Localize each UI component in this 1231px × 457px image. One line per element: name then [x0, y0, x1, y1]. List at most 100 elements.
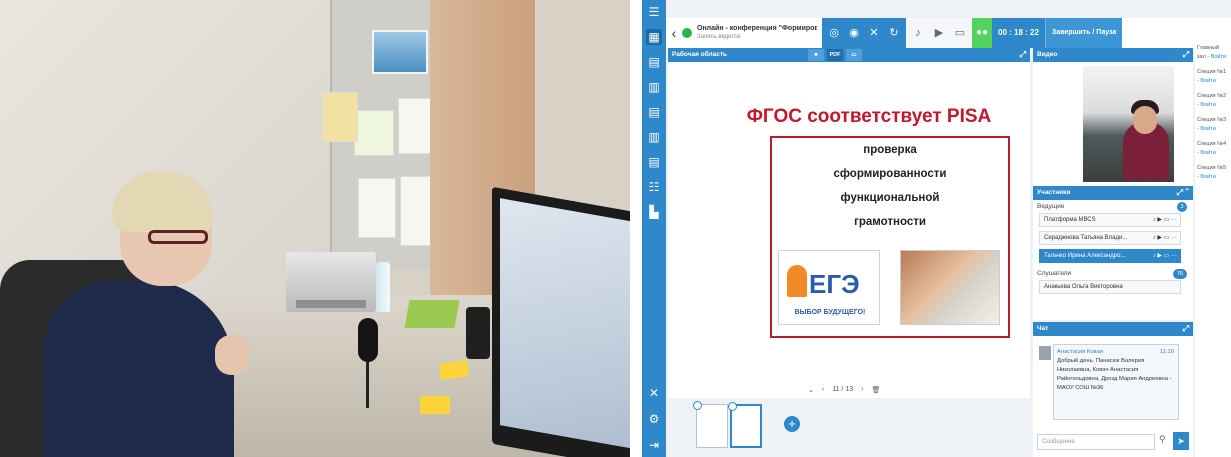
media-controls: ♪ ▶ ▭	[906, 18, 972, 48]
expand-icon[interactable]: ⤢	[1183, 322, 1189, 336]
layout-5-icon[interactable]: ▤	[646, 154, 662, 170]
slide-line: проверка	[863, 144, 917, 156]
layout-icon[interactable]: ▦	[646, 29, 662, 45]
section-item: Секция №1 - Войти	[1197, 69, 1227, 84]
chevron-down-icon[interactable]: ⌄	[808, 386, 814, 394]
chat-text: Добрый день. Панасюк Валерия Николаевна,…	[1057, 358, 1172, 391]
attach-icon[interactable]: ⚲	[1159, 434, 1166, 445]
participants-title: Участники	[1037, 189, 1071, 196]
section-enter-link[interactable]: Войти	[1200, 78, 1215, 84]
chat-panel: Чат ⤢ 11:16 Анастасия Коваи Добрый день.…	[1033, 322, 1193, 457]
timer: 00 : 18 : 22	[992, 18, 1045, 48]
toolbar-controls: ◎ ◉ ✕ ↻	[822, 18, 906, 48]
section-item: Главный зал - Войти	[1197, 45, 1227, 60]
back-button[interactable]: ‹	[666, 25, 682, 41]
document-thumbnail[interactable]	[693, 401, 728, 448]
slide-line: грамотности	[854, 216, 926, 228]
section-label: Секция №2	[1197, 93, 1227, 99]
participant-name: Платформа МВСS	[1044, 217, 1096, 223]
menu-icon[interactable]: ☰	[646, 4, 662, 20]
monitor-screen	[500, 198, 630, 449]
hosts-count: 3	[1177, 202, 1187, 212]
add-document-button[interactable]: +	[784, 416, 800, 432]
delete-icon[interactable]: 🗑	[871, 386, 880, 394]
layout-2-icon[interactable]: ▥	[646, 79, 662, 95]
work-area-title: Рабочая область	[672, 51, 728, 58]
video-tab-icon[interactable]: ■	[808, 49, 824, 61]
next-slide-button[interactable]: ›	[861, 386, 863, 394]
thumbnail-badge-icon	[693, 401, 702, 410]
expand-icon[interactable]: ⤢	[1183, 48, 1189, 62]
presenter-photo	[0, 0, 630, 457]
conference-title: Онлайн - конференция "Формирование функц…	[697, 25, 817, 32]
microphone	[352, 318, 384, 413]
presenter-hand	[215, 335, 249, 375]
section-label: Секция №5	[1197, 165, 1227, 171]
expand-icon[interactable]: ⤢	[1020, 48, 1026, 62]
slide-line: сформированности	[833, 168, 947, 180]
settings-icon[interactable]: ⚙	[646, 411, 662, 427]
screen-icon[interactable]: ▭	[952, 25, 968, 41]
conference-app: ☰ ▦ ▤ ▥ ▤ ▥ ▤ ☷ ▙ ✕ ⚙ ⇥ ‹ Онлайн - конфе…	[642, 0, 1231, 457]
presentation-slide: ФГОС соответствует PISA проверка сформир…	[684, 78, 1024, 368]
camera-settings-icon[interactable]: ◎	[826, 25, 842, 41]
participant-row[interactable]: Сераджнова Татьяна Влади... ♪ ▶ ▭ ···	[1039, 231, 1181, 245]
microphone-icon[interactable]: ♪	[910, 25, 926, 41]
finish-pause-button[interactable]: Завершить / Пауза	[1044, 18, 1123, 48]
exit-icon[interactable]: ⇥	[646, 437, 662, 453]
prev-slide-button[interactable]: ‹	[822, 386, 824, 394]
section-enter-link[interactable]: Войти	[1200, 102, 1215, 108]
slide-pager: ⌄ ‹ 11 / 13 › 🗑	[808, 386, 880, 394]
green-box	[404, 300, 460, 328]
screen-share-icon[interactable]: ◉	[846, 25, 862, 41]
sections-list: Главный зал - Войти Секция №1 - Войти Се…	[1195, 42, 1231, 457]
section-enter-link[interactable]: Войти	[1200, 174, 1215, 180]
document-thumbnails: +	[668, 398, 1030, 457]
fullscreen-icon[interactable]: ✕	[866, 25, 882, 41]
left-rail: ☰ ▦ ▤ ▥ ▤ ▥ ▤ ☷ ▙ ✕ ⚙ ⇥	[642, 0, 666, 457]
section-enter-link[interactable]: Войти	[1200, 126, 1215, 132]
chat-layout-icon[interactable]: ☷	[646, 179, 662, 195]
section-enter-link[interactable]: Войти	[1211, 54, 1226, 60]
section-item: Секция №5 - Войти	[1197, 165, 1227, 180]
thumbnail-badge-icon	[728, 402, 737, 411]
chat-author: Анастасия Коваи	[1057, 349, 1103, 355]
refresh-icon[interactable]: ↻	[886, 25, 902, 41]
chat-time: 11:16	[1159, 349, 1174, 355]
document-thumbnail-selected[interactable]	[728, 402, 762, 448]
chat-input[interactable]: Сообщение	[1037, 434, 1155, 450]
glasses	[148, 230, 208, 244]
section-item: Секция №4 - Войти	[1197, 141, 1227, 156]
participant-controls-icon[interactable]: ♪ ▶ ▭ ···	[1153, 250, 1177, 262]
chat-header: Чат ⤢	[1033, 322, 1193, 336]
send-button[interactable]: ➤	[1173, 432, 1189, 450]
layout-4-icon[interactable]: ▥	[646, 129, 662, 145]
participant-controls-icon[interactable]: ♪ ▶ ▭ ···	[1153, 214, 1177, 226]
section-item: Секция №3 - Войти	[1197, 117, 1227, 132]
slide-title: ФГОС соответствует PISA	[746, 106, 992, 127]
section-enter-link[interactable]: Войти	[1200, 150, 1215, 156]
speaker-face	[1133, 106, 1157, 134]
pdf-tab[interactable]: PDF	[827, 49, 843, 61]
work-area-tools: ■ PDF ▭	[808, 49, 862, 61]
section-label: Секция №4	[1197, 141, 1227, 147]
stats-icon[interactable]: ▙	[646, 204, 662, 220]
listener-row[interactable]: Анакьева Ольга Викторовна	[1039, 280, 1181, 294]
slide-content-box: проверка сформированности функциональной…	[770, 136, 1010, 338]
participant-row[interactable]: Платформа МВСS ♪ ▶ ▭ ···	[1039, 213, 1181, 227]
participant-row-active[interactable]: Тальчко Ирина Александро... ♪ ▶ ▭ ···	[1039, 249, 1181, 263]
video-title: Видео	[1037, 51, 1058, 58]
board-tab-icon[interactable]: ▭	[846, 49, 862, 61]
status-dots-icon[interactable]: ●●	[972, 18, 992, 48]
participants-header: Участники ⤢ ⌃	[1033, 186, 1193, 200]
recording-status: Запись ведется	[697, 34, 741, 40]
listeners-label: Слушатели 76	[1033, 267, 1193, 280]
layout-1-icon[interactable]: ▤	[646, 54, 662, 70]
camera-icon[interactable]: ▶	[931, 25, 947, 41]
collapse-icon[interactable]: ⤢ ⌃	[1177, 186, 1189, 200]
desk-phone	[466, 307, 490, 359]
participant-controls-icon[interactable]: ♪ ▶ ▭ ···	[1153, 232, 1177, 244]
listeners-count: 76	[1173, 269, 1187, 279]
layout-3-icon[interactable]: ▤	[646, 104, 662, 120]
tools-icon[interactable]: ✕	[646, 385, 662, 401]
